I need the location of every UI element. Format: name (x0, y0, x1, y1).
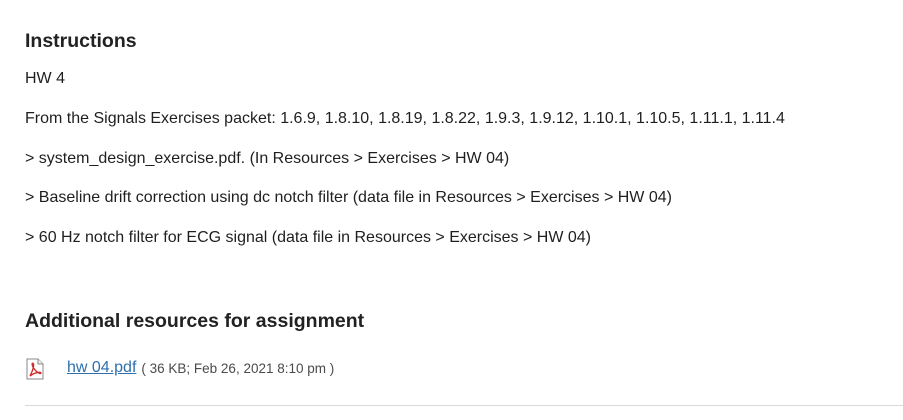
instructions-heading: Instructions (25, 30, 137, 52)
instruction-line: HW 4 (25, 70, 65, 87)
attachment-link[interactable]: hw 04.pdf (67, 359, 136, 377)
instruction-line: From the Signals Exercises packet: 1.6.9… (25, 110, 785, 127)
instruction-line: > 60 Hz notch filter for ECG signal (dat… (25, 229, 592, 246)
additional-resources-heading: Additional resources for assignment (25, 310, 365, 332)
attachment-item: hw 04.pdf ( 36 KB; Feb 26, 2021 8:10 pm … (25, 357, 335, 380)
instruction-line: > Baseline drift correction using dc not… (25, 189, 672, 206)
attachment-meta: ( 36 KB; Feb 26, 2021 8:10 pm ) (141, 360, 335, 376)
instruction-line: > system_design_exercise.pdf. (In Resour… (25, 150, 510, 167)
section-divider (25, 405, 903, 406)
pdf-file-icon[interactable] (25, 358, 45, 380)
